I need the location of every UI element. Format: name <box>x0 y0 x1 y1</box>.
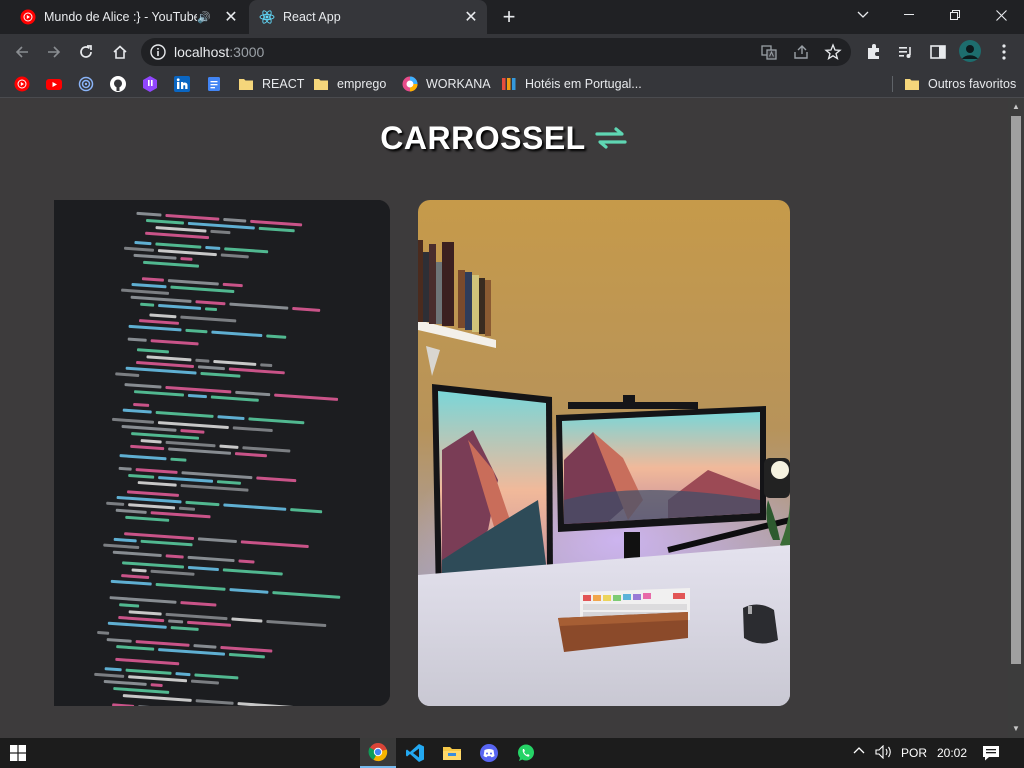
tab-search-chevron-icon[interactable] <box>840 0 886 30</box>
discord-taskbar-icon[interactable] <box>471 738 507 768</box>
scrollbar-thumb[interactable] <box>1011 116 1021 664</box>
code-screen-image <box>54 200 390 706</box>
browser-toolbar: localhost:3000 <box>0 34 1024 70</box>
react-icon <box>259 9 275 25</box>
bookmark-label: Outros favoritos <box>928 77 1017 91</box>
folder-icon <box>313 76 329 92</box>
folder-icon <box>238 76 254 92</box>
bookmark-emprego[interactable]: emprego <box>313 74 386 94</box>
page-scrollbar[interactable]: ▲ ▼ <box>1008 98 1024 738</box>
extensions-icon[interactable] <box>864 42 884 62</box>
github-bookmark-icon[interactable] <box>110 76 126 92</box>
scroll-down-arrow-icon[interactable]: ▼ <box>1011 724 1021 734</box>
bookmark-react[interactable]: REACT <box>238 74 304 94</box>
back-button[interactable] <box>10 40 34 64</box>
bookmark-label: Hotéis em Portugal... <box>525 77 642 91</box>
windows-start-icon[interactable] <box>0 738 36 768</box>
reading-list-icon[interactable] <box>896 42 916 62</box>
bookmark-label: REACT <box>262 77 305 91</box>
home-button[interactable] <box>108 40 132 64</box>
restore-button[interactable] <box>932 0 978 30</box>
scroll-up-arrow-icon[interactable]: ▲ <box>1011 102 1021 112</box>
tab-youtube[interactable]: Mundo de Alice :} - YouTube 🔊 ✕ <box>10 0 247 34</box>
linkedin-bookmark-icon[interactable] <box>174 76 190 92</box>
close-window-button[interactable] <box>978 0 1024 30</box>
workana-icon <box>402 76 418 92</box>
youtube-music-icon <box>20 9 36 25</box>
bookmarks-bar: REACT emprego WORKANA Hotéis em Portugal… <box>0 70 1024 98</box>
url-port: :3000 <box>229 44 265 60</box>
speaker-icon[interactable]: 🔊 <box>197 11 213 24</box>
bookmark-hoteis[interactable]: Hotéis em Portugal... <box>501 74 642 94</box>
notifications-icon[interactable] <box>982 745 1000 764</box>
close-tab-icon[interactable]: ✕ <box>461 7 481 27</box>
bookmark-star-icon[interactable] <box>824 43 842 61</box>
bookmark-label: emprego <box>337 77 387 91</box>
profile-avatar[interactable] <box>959 40 981 62</box>
tab-title: React App <box>283 10 341 24</box>
purple-bookmark-icon[interactable] <box>142 76 158 92</box>
carousel-slide-code[interactable] <box>54 200 390 706</box>
tab-react-app[interactable]: React App ✕ <box>249 0 487 34</box>
forward-button[interactable] <box>42 40 66 64</box>
more-menu-icon[interactable] <box>994 42 1014 62</box>
bookmark-other-favorites[interactable]: Outros favoritos <box>904 74 1016 94</box>
carousel-slide-desk[interactable] <box>418 200 790 706</box>
bookmark-workana[interactable]: WORKANA <box>402 74 491 94</box>
translate-icon[interactable] <box>760 43 778 61</box>
share-icon[interactable] <box>792 43 810 61</box>
page-title: CARROSSEL <box>380 120 586 156</box>
url-host: localhost <box>174 44 230 60</box>
bookmark-label: WORKANA <box>426 77 491 91</box>
tray-chevron-icon[interactable] <box>853 745 865 760</box>
volume-icon[interactable] <box>875 744 893 762</box>
page-header: CARROSSEL <box>0 120 1008 157</box>
url-text: localhost:3000 <box>174 44 264 60</box>
page-viewport: CARROSSEL <box>0 98 1008 738</box>
tab-strip: Mundo de Alice :} - YouTube 🔊 ✕ React Ap… <box>0 0 1024 34</box>
tab-title: Mundo de Alice :} - YouTube <box>44 10 197 24</box>
folder-icon <box>904 76 920 92</box>
clock[interactable]: 20:02 <box>937 746 967 760</box>
reload-button[interactable] <box>74 40 98 64</box>
swap-arrows-icon <box>594 126 628 155</box>
bookmarks-divider <box>892 76 893 92</box>
address-bar[interactable]: localhost:3000 <box>141 38 851 66</box>
language-indicator[interactable]: POR <box>901 746 927 760</box>
windows-taskbar: POR 20:02 <box>0 738 1024 768</box>
vscode-taskbar-icon[interactable] <box>397 738 433 768</box>
new-tab-button[interactable]: + <box>497 4 521 29</box>
hotels-bar-icon <box>501 76 517 92</box>
file-explorer-taskbar-icon[interactable] <box>434 738 470 768</box>
desk-setup-image <box>418 200 790 706</box>
docs-bookmark-icon[interactable] <box>206 76 222 92</box>
chrome-taskbar-icon[interactable] <box>360 738 396 768</box>
minimize-button[interactable] <box>886 0 932 30</box>
youtube-music-bookmark-icon[interactable] <box>14 76 30 92</box>
close-tab-icon[interactable]: ✕ <box>221 7 241 27</box>
whatsapp-taskbar-icon[interactable] <box>508 738 544 768</box>
site-info-icon[interactable] <box>149 43 167 61</box>
youtube-bookmark-icon[interactable] <box>46 76 62 92</box>
podcast-bookmark-icon[interactable] <box>78 76 94 92</box>
side-panel-icon[interactable] <box>928 42 948 62</box>
